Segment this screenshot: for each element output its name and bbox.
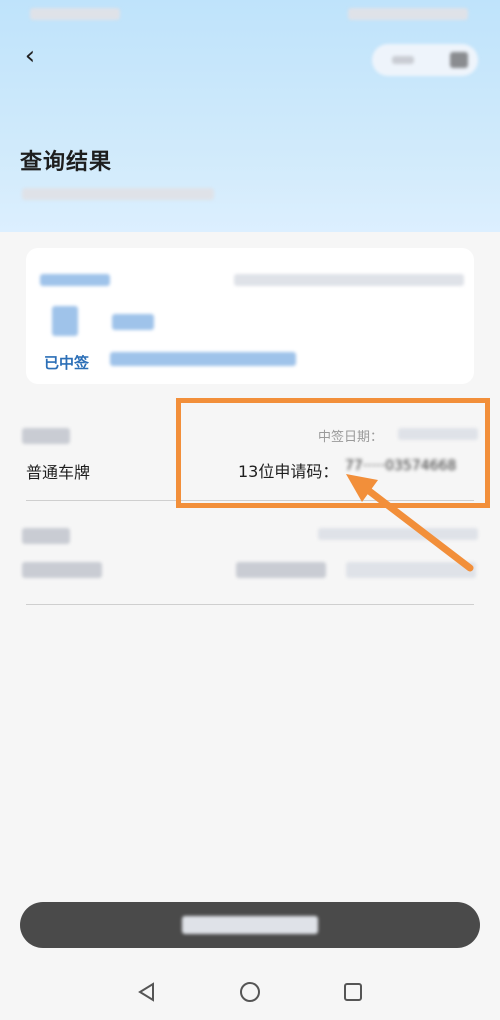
nav-home-icon[interactable] — [237, 979, 263, 1005]
card-label — [40, 274, 110, 286]
row2-name — [22, 528, 70, 544]
page-title: 查询结果 — [20, 150, 113, 175]
nav-recents-icon[interactable] — [340, 979, 366, 1005]
status-badge: 已中签 — [44, 354, 90, 372]
back-button[interactable]: ‹ — [16, 40, 44, 72]
annotation-arrow-icon — [346, 474, 474, 572]
card-query-time — [234, 274, 464, 286]
bottom-action-button[interactable] — [20, 902, 480, 948]
page-subtitle — [22, 188, 214, 200]
card-logo — [52, 306, 78, 336]
row2-plate-type — [22, 562, 102, 578]
chevron-left-icon: ‹ — [24, 41, 36, 71]
status-bar-left — [30, 8, 120, 20]
row2-code-label — [236, 562, 326, 578]
page-header: ‹ 查询结果 — [0, 0, 500, 232]
close-icon[interactable] — [450, 52, 468, 68]
row-name — [22, 428, 70, 444]
system-nav-bar — [0, 965, 500, 1020]
nav-back-icon[interactable] — [134, 979, 160, 1005]
status-bar-right — [348, 8, 468, 20]
bottom-action-label — [182, 916, 318, 934]
plate-type: 普通车牌 — [26, 463, 91, 482]
summary-card: 已中签 — [26, 248, 474, 384]
card-name — [112, 314, 154, 330]
row2-divider — [26, 604, 474, 605]
card-detail — [110, 352, 296, 366]
more-icon[interactable] — [392, 56, 414, 64]
